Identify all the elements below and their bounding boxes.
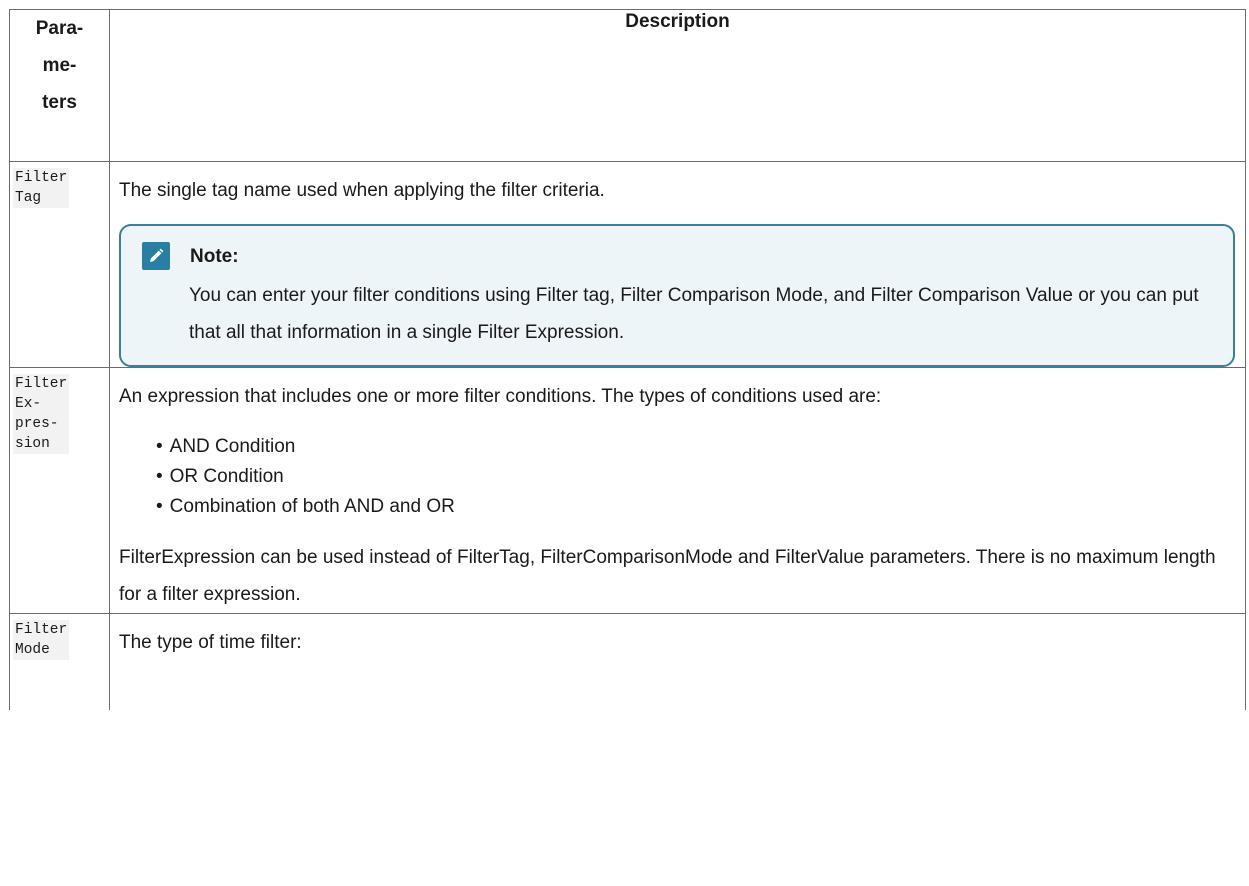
- param-cell: Filter Tag: [9, 161, 110, 368]
- header-description: Description: [109, 9, 1246, 162]
- condition-list: AND Condition OR Condition Combination o…: [119, 432, 1235, 522]
- param-name: Filter Mode: [13, 620, 70, 660]
- param-name-line: pres-: [15, 416, 59, 432]
- header-parameters-line: ters: [42, 92, 77, 113]
- list-item: OR Condition: [156, 462, 1235, 492]
- param-cell: Filter Mode: [9, 613, 110, 710]
- description-text: The type of time filter:: [119, 632, 302, 653]
- param-name-line: sion: [15, 436, 50, 452]
- param-name-line: Ex-: [15, 396, 42, 412]
- param-name-line: Filter: [15, 376, 68, 392]
- list-item: AND Condition: [156, 432, 1235, 462]
- pencil-icon: [142, 242, 170, 270]
- description-extra-text: FilterExpression can be used instead of …: [119, 547, 1216, 605]
- description-text: An expression that includes one or more …: [119, 386, 882, 407]
- list-item: Combination of both AND and OR: [156, 492, 1235, 522]
- param-name: Filter Tag: [13, 168, 70, 208]
- param-name-line: Filter: [15, 622, 68, 638]
- description-cell: An expression that includes one or more …: [109, 367, 1246, 614]
- param-name-line: Tag: [15, 190, 42, 206]
- param-name-line: Mode: [15, 642, 50, 658]
- parameters-table: Para- me- ters Description Filter Tag The…: [9, 9, 1246, 710]
- param-name-line: Filter: [15, 170, 68, 186]
- header-parameters: Para- me- ters: [9, 9, 110, 162]
- note-text: You can enter your filter conditions usi…: [189, 285, 1199, 343]
- note-box: Note: You can enter your filter conditio…: [119, 224, 1235, 367]
- table-row-filter-mode: Filter Mode The type of time filter:: [9, 613, 1246, 710]
- table-row-filter-tag: Filter Tag The single tag name used when …: [9, 161, 1246, 368]
- header-parameters-line: Para-: [35, 18, 84, 39]
- param-cell: Filter Ex-pres-sion: [9, 367, 110, 614]
- table-row-filter-expression: Filter Ex-pres-sion An expression that in…: [9, 367, 1246, 614]
- table-header-row: Para- me- ters Description: [9, 9, 1246, 162]
- note-title: Note:: [190, 245, 239, 267]
- param-name: Filter Ex-pres-sion: [13, 374, 70, 454]
- header-parameters-line: me-: [42, 55, 77, 76]
- description-cell: The type of time filter:: [109, 613, 1246, 710]
- note-header: Note:: [142, 238, 1223, 274]
- description-text: The single tag name used when applying t…: [119, 180, 605, 201]
- description-cell: The single tag name used when applying t…: [109, 161, 1246, 368]
